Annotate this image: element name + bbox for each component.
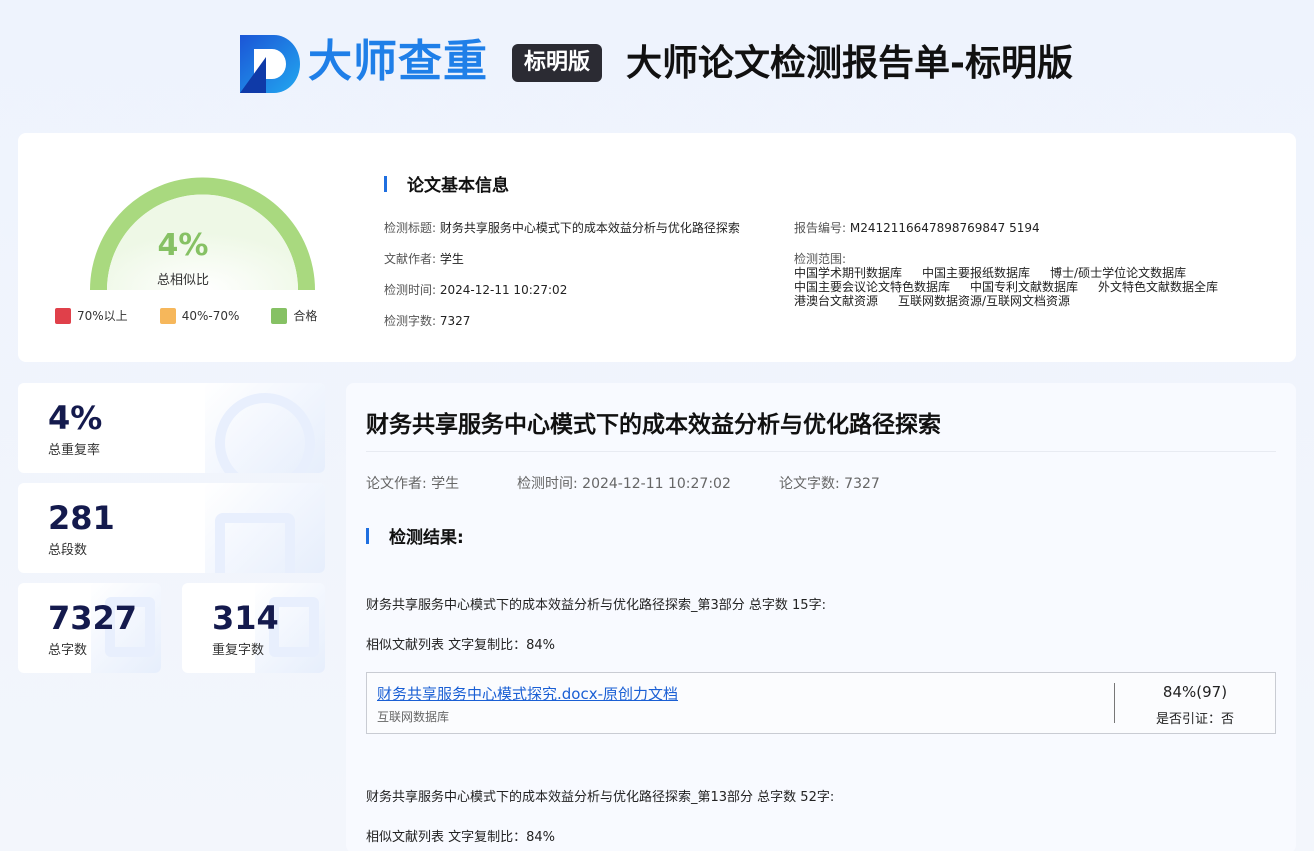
citation-status: 是否引证：否 (1155, 712, 1234, 727)
meta-words: 论文字数: 7327 (779, 476, 880, 492)
legend-item-mid: 40%-70% (159, 307, 240, 324)
similar-list-label: 相似文献列表 文字复制比：84% (366, 830, 556, 845)
info-report-no-row: 报告编号: M2412116647898769847 5194 (794, 219, 1040, 236)
scope-list: 中国学术期刊数据库 中国主要报纸数据库 博士/硕士学位论文数据库 中国主要会议论文特… (794, 266, 1264, 308)
info-label: 文献作者: (384, 252, 437, 266)
document-decoration-icon (215, 513, 295, 573)
stat-value: 281 (48, 499, 115, 537)
info-value: 学生 (439, 252, 464, 266)
source-database: 互联网数据库 (377, 710, 450, 724)
report-title: 大师论文检测报告单-标明版 (626, 43, 1073, 84)
stat-dup-words: 314 重复字数 (182, 583, 325, 673)
info-value: 2024-12-11 10:27:02 (439, 283, 568, 297)
report-header: 大师查重 标明版 大师论文检测报告单-标明版 (0, 0, 1314, 125)
part-header: 财务共享服务中心模式下的成本效益分析与优化路径探索_第3部分 总字数 15字: (366, 598, 826, 613)
legend-label: 合格 (293, 309, 318, 323)
info-title-row: 检测标题: 财务共享服务中心模式下的成本效益分析与优化路径探索 (384, 219, 740, 236)
scope-item: 中国专利文献数据库 (970, 280, 1079, 294)
edition-badge: 标明版 (512, 44, 602, 82)
scope-label: 检测范围: (794, 252, 847, 266)
info-label: 报告编号: (794, 221, 847, 235)
scope-item: 中国主要会议论文特色数据库 (794, 280, 951, 294)
result-panel: 财务共享服务中心模式下的成本效益分析与优化路径探索 论文作者: 学生 检测时间:… (346, 383, 1296, 851)
legend-item-pass: 合格 (271, 307, 317, 324)
info-label: 检测标题: (384, 221, 437, 235)
meta-author: 论文作者: 学生 (366, 476, 460, 492)
info-time-row: 检测时间: 2024-12-11 10:27:02 (384, 281, 567, 298)
summary-card: 4% 总相似比 70%以上 40%-70% 合格 论文基本信息 检测标题: 财务… (18, 133, 1296, 362)
stat-paragraphs: 281 总段数 (18, 483, 325, 573)
info-author-row: 文献作者: 学生 (384, 250, 464, 267)
legend-label: 70%以上 (77, 309, 128, 323)
heading-text: 检测结果: (389, 528, 464, 548)
info-label: 检测字数: (384, 314, 437, 328)
meta-time: 检测时间: 2024-12-11 10:27:02 (517, 476, 731, 492)
legend-swatch-orange (159, 307, 176, 324)
stat-label: 总重复率 (48, 443, 101, 458)
stat-value: 4% (48, 399, 103, 437)
similar-list-label: 相似文献列表 文字复制比：84% (366, 638, 556, 653)
scope-item: 互联网数据资源/互联网文档资源 (898, 294, 1071, 308)
gauge-legend: 70%以上 40%-70% 合格 (55, 307, 349, 324)
part-header: 财务共享服务中心模式下的成本效益分析与优化路径探索_第13部分 总字数 52字: (366, 790, 835, 805)
stat-label: 总段数 (48, 543, 88, 558)
info-value: 财务共享服务中心模式下的成本效益分析与优化路径探索 (439, 221, 740, 235)
stat-value: 314 (212, 599, 279, 637)
info-value: M2412116647898769847 5194 (849, 221, 1040, 235)
stat-label: 总字数 (48, 643, 88, 658)
scope-item: 博士/硕士学位论文数据库 (1050, 266, 1187, 280)
source-link[interactable]: 财务共享服务中心模式探究.docx-原创力文档 (377, 683, 678, 704)
paper-title: 财务共享服务中心模式下的成本效益分析与优化路径探索 (366, 412, 941, 438)
logo-icon (240, 35, 300, 93)
similarity-percent: 4% (157, 228, 209, 263)
logo-text: 大师查重 (308, 36, 488, 87)
stat-value: 7327 (48, 599, 138, 637)
result-heading: 检测结果: (366, 523, 464, 548)
scope-item: 外文特色文献数据全库 (1098, 280, 1219, 294)
heading-text: 论文基本信息 (407, 176, 509, 196)
info-label: 检测时间: (384, 283, 437, 297)
heading-accent-bar (366, 527, 369, 544)
legend-swatch-red (55, 307, 71, 324)
stat-label: 重复字数 (212, 643, 265, 658)
legend-swatch-green (271, 307, 288, 324)
similar-source-row: 财务共享服务中心模式探究.docx-原创力文档 互联网数据库 84%(97) 是… (366, 672, 1276, 734)
stat-total-words: 7327 总字数 (18, 583, 161, 673)
similarity-label: 总相似比 (156, 273, 209, 288)
info-value: 7327 (439, 314, 471, 328)
heading-accent-bar (384, 175, 387, 192)
legend-item-high: 70%以上 (55, 307, 128, 324)
basic-info-heading: 论文基本信息 (384, 171, 509, 196)
scope-item: 港澳台文献资源 (794, 294, 879, 308)
legend-label: 40%-70% (181, 308, 240, 323)
info-words-row: 检测字数: 7327 (384, 312, 470, 329)
divider (366, 451, 1276, 452)
stat-total-rate: 4% 总重复率 (18, 383, 325, 473)
scope-item: 中国学术期刊数据库 (794, 266, 903, 280)
scope-item: 中国主要报纸数据库 (922, 266, 1031, 280)
source-percent: 84%(97) (1162, 683, 1228, 701)
